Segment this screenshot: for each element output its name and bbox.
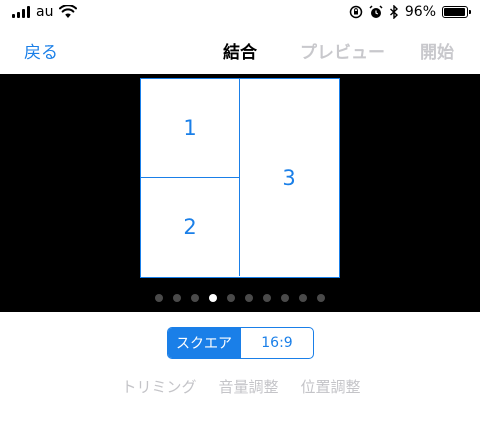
position-adjust-button[interactable]: 位置調整 [301, 376, 361, 397]
page-dot[interactable] [209, 294, 217, 302]
layout-preview-stage: 1 2 3 [0, 74, 480, 312]
page-dot[interactable] [245, 294, 253, 302]
battery-percent: 96% [404, 4, 436, 20]
page-indicator[interactable] [0, 294, 480, 302]
battery-icon [442, 6, 471, 18]
aspect-ratio-control: スクエア 16:9 [167, 327, 314, 359]
aspect-16-9-button[interactable]: 16:9 [240, 328, 313, 358]
aspect-square-button[interactable]: スクエア [168, 328, 240, 358]
trimming-button[interactable]: トリミング [121, 376, 196, 397]
page-dot[interactable] [299, 294, 307, 302]
battery-level [444, 8, 466, 16]
alarm-icon [369, 5, 383, 18]
page-dot[interactable] [173, 294, 181, 302]
wifi-icon [59, 5, 78, 18]
bluetooth-icon [389, 5, 398, 19]
nav-bar: 戻る 結合 プレビュー 開始 [0, 26, 480, 74]
layout-cell-2[interactable]: 2 [141, 178, 240, 276]
page-dot[interactable] [263, 294, 271, 302]
start-button[interactable]: 開始 [420, 38, 454, 63]
page-dot[interactable] [191, 294, 199, 302]
edit-tools: トリミング 音量調整 位置調整 [0, 376, 480, 397]
layout-frame: 1 2 3 [140, 78, 340, 278]
volume-adjust-button[interactable]: 音量調整 [218, 376, 278, 397]
signal-bars-icon [12, 6, 30, 18]
status-bar: au 96% [0, 0, 480, 26]
page-title: 結合 [223, 43, 257, 63]
carrier-name: au [36, 4, 54, 20]
layout-cell-3[interactable]: 3 [240, 79, 338, 276]
page-dot[interactable] [227, 294, 235, 302]
page-dot[interactable] [281, 294, 289, 302]
orientation-lock-icon [349, 5, 363, 19]
preview-button[interactable]: プレビュー [300, 38, 385, 63]
layout-cell-1[interactable]: 1 [141, 79, 240, 178]
page-dot[interactable] [155, 294, 163, 302]
back-button[interactable]: 戻る [24, 38, 58, 63]
page-dot[interactable] [317, 294, 325, 302]
